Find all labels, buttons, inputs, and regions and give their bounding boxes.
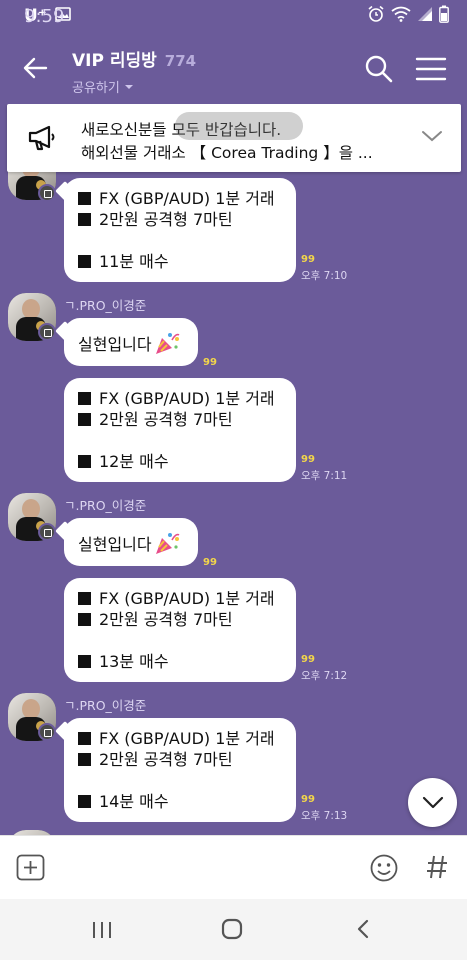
message-bubble[interactable]: 실현입니다 bbox=[64, 318, 198, 366]
alarm-icon bbox=[367, 5, 385, 28]
message-time: 오후 7:10 bbox=[301, 270, 348, 282]
read-count: 99 bbox=[301, 794, 315, 805]
black-square-icon bbox=[78, 732, 91, 745]
chevron-down-icon bbox=[422, 796, 444, 809]
black-square-icon bbox=[78, 655, 91, 668]
home-icon[interactable] bbox=[221, 918, 243, 940]
message-bubble[interactable]: FX (GBP/AUD) 1분 거래 2만원 공격형 7마틴 11분 매수 bbox=[64, 178, 296, 282]
menu-icon[interactable] bbox=[414, 54, 448, 84]
message-time: 오후 7:12 bbox=[301, 670, 348, 682]
caret-down-icon bbox=[124, 84, 133, 89]
clock: 9:59 bbox=[24, 5, 65, 27]
chat-title-area[interactable]: VIP 리딩방 774 공유하기 bbox=[72, 46, 196, 96]
black-square-icon bbox=[78, 413, 91, 426]
read-count: 99 bbox=[203, 557, 217, 568]
avatar-badge-icon bbox=[38, 723, 56, 741]
status-bar: U⁺ 9:59 bbox=[0, 0, 467, 32]
chat-header: VIP 리딩방 774 공유하기 bbox=[0, 32, 467, 104]
black-square-icon bbox=[78, 455, 91, 468]
notice-overlay bbox=[175, 112, 303, 140]
megaphone-icon bbox=[27, 124, 57, 152]
read-count: 99 bbox=[203, 357, 217, 368]
share-dropdown[interactable]: 공유하기 bbox=[72, 77, 196, 96]
read-count: 99 bbox=[301, 654, 315, 665]
sender-name: ㄱ.PRO_이경준 bbox=[64, 698, 147, 713]
share-label: 공유하기 bbox=[72, 81, 120, 96]
member-count: 774 bbox=[164, 52, 197, 70]
pinned-notice[interactable]: 새로오신분들 모두 반갑습니다. 해외선물 거래소 【 Corea Tradin… bbox=[7, 104, 461, 172]
read-count: 99 bbox=[301, 454, 315, 465]
scroll-to-bottom-button[interactable] bbox=[408, 778, 457, 827]
back-arrow-icon[interactable] bbox=[20, 52, 52, 84]
black-square-icon bbox=[78, 213, 91, 226]
message-bubble[interactable]: FX (GBP/AUD) 1분 거래 2만원 공격형 7마틴 13분 매수 bbox=[64, 578, 296, 682]
plus-icon[interactable] bbox=[16, 854, 45, 881]
message-bubble[interactable]: FX (GBP/AUD) 1분 거래 2만원 공격형 7마틴 14분 매수 bbox=[64, 718, 296, 822]
message-time: 오후 7:13 bbox=[301, 810, 348, 822]
black-square-icon bbox=[78, 255, 91, 268]
party-popper-icon bbox=[152, 330, 182, 356]
black-square-icon bbox=[78, 192, 91, 205]
wifi-icon bbox=[391, 6, 411, 27]
avatar-badge-icon bbox=[38, 523, 56, 541]
signal-icon bbox=[417, 6, 433, 27]
chat-area[interactable]: 새로오신분들 모두 반갑습니다. 해외선물 거래소 【 Corea Tradin… bbox=[0, 104, 467, 835]
battery-icon bbox=[439, 5, 449, 28]
avatar-badge-icon bbox=[38, 323, 56, 341]
black-square-icon bbox=[78, 753, 91, 766]
recent-apps-icon[interactable] bbox=[91, 921, 113, 939]
message-time: 오후 7:11 bbox=[301, 470, 348, 482]
chat-room-title: VIP 리딩방 bbox=[72, 51, 157, 71]
system-nav-bar bbox=[0, 899, 467, 960]
black-square-icon bbox=[78, 613, 91, 626]
message-input-bar bbox=[0, 835, 467, 899]
search-icon[interactable] bbox=[362, 52, 396, 86]
black-square-icon bbox=[78, 795, 91, 808]
avatar-badge-icon bbox=[38, 184, 56, 202]
sender-name: ㄱ.PRO_이경준 bbox=[64, 298, 147, 313]
back-icon[interactable] bbox=[356, 919, 370, 939]
sender-name: ㄱ.PRO_이경준 bbox=[64, 498, 147, 513]
emoji-icon[interactable] bbox=[369, 853, 399, 883]
black-square-icon bbox=[78, 392, 91, 405]
message-bubble[interactable]: 실현입니다 bbox=[64, 518, 198, 566]
chevron-down-icon[interactable] bbox=[421, 128, 443, 144]
hashtag-icon[interactable] bbox=[425, 852, 449, 882]
read-count: 99 bbox=[301, 254, 315, 265]
party-popper-icon bbox=[152, 530, 182, 556]
black-square-icon bbox=[78, 592, 91, 605]
notice-line-2: 해외선물 거래소 【 Corea Trading 】을 ... bbox=[81, 144, 373, 162]
message-bubble[interactable]: FX (GBP/AUD) 1분 거래 2만원 공격형 7마틴 12분 매수 bbox=[64, 378, 296, 482]
